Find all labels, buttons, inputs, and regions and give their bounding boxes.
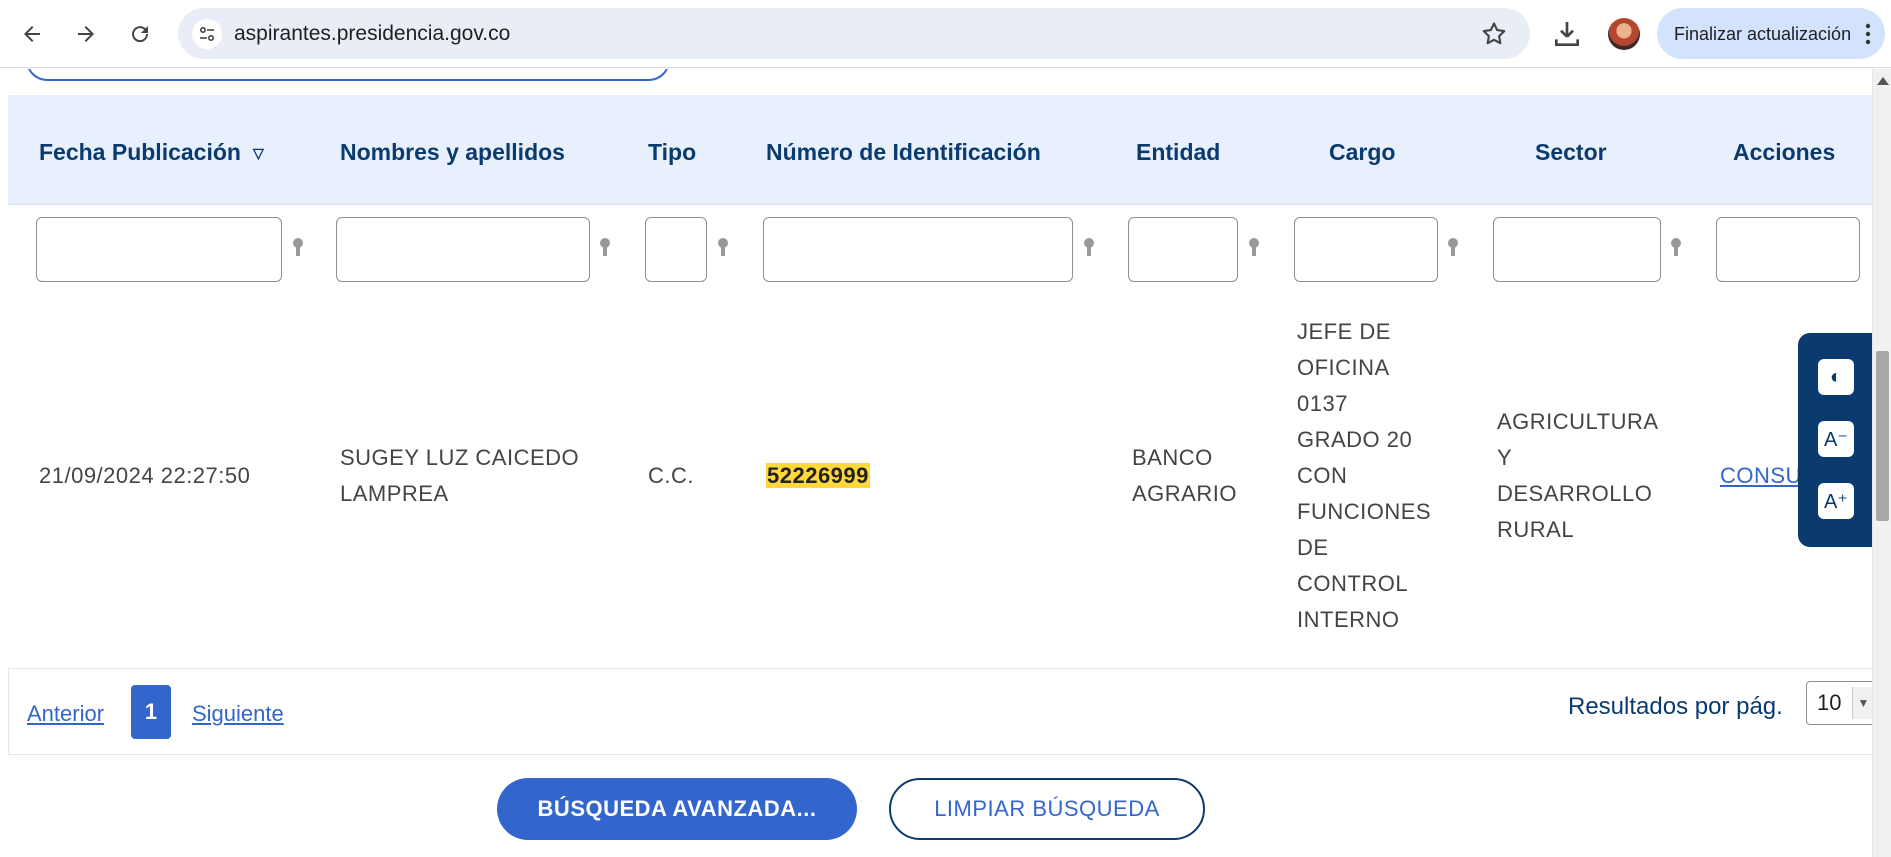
cell-tipo: C.C. [648, 463, 694, 488]
filter-icon[interactable] [596, 236, 614, 260]
sort-desc-icon[interactable]: ▽ [253, 145, 264, 162]
page-content: Fecha Publicación ▽ Nombres y apellidos T… [0, 69, 1872, 857]
col-tipo[interactable]: Tipo [648, 139, 696, 166]
col-cargo[interactable]: Cargo [1329, 139, 1395, 166]
results-per-page-label: Resultados por pág. [1568, 693, 1783, 720]
bookmark-star-icon[interactable] [1480, 20, 1508, 48]
cell-fecha: 21/09/2024 22:27:50 [39, 463, 251, 488]
download-icon[interactable] [1551, 18, 1583, 50]
text-decrease-icon[interactable]: A⁻ [1818, 421, 1854, 457]
col-acciones[interactable]: Acciones [1733, 139, 1835, 166]
profile-avatar[interactable] [1608, 18, 1640, 50]
page-number-current[interactable]: 1 [131, 685, 171, 739]
reload-button[interactable] [120, 14, 160, 54]
address-bar[interactable]: aspirantes.presidencia.gov.co [178, 8, 1530, 59]
filter-cargo-input[interactable] [1294, 217, 1438, 282]
page-scrollbar[interactable] [1872, 69, 1891, 857]
col-entidad[interactable]: Entidad [1136, 139, 1220, 166]
reload-icon [132, 26, 149, 43]
browser-toolbar: aspirantes.presidencia.gov.co Finalizar … [0, 0, 1891, 68]
forward-button[interactable] [66, 14, 106, 54]
filter-numero-input[interactable] [763, 217, 1073, 282]
filter-icon[interactable] [1667, 236, 1685, 260]
accessibility-toolbar: ◐ A⁻ A⁺ [1798, 333, 1874, 547]
search-field-edge[interactable] [26, 69, 670, 81]
col-fecha[interactable]: Fecha Publicación ▽ [39, 139, 264, 166]
filter-entidad-input[interactable] [1128, 217, 1238, 282]
filter-sector-input[interactable] [1493, 217, 1661, 282]
scroll-up-icon[interactable] [1877, 77, 1889, 85]
cell-entidad: BANCO AGRARIO [1132, 445, 1237, 506]
text-increase-icon[interactable]: A⁺ [1818, 483, 1854, 519]
next-page-link[interactable]: Siguiente [192, 701, 284, 727]
cell-nombres: SUGEY LUZ CAICEDO LAMPREA [340, 445, 580, 506]
cell-numero: 52226999 [766, 458, 870, 494]
col-nombres[interactable]: Nombres y apellidos [340, 139, 565, 166]
cell-sector: AGRICULTURA Y DESARROLLO RURAL [1497, 409, 1659, 542]
arrow-left-icon [24, 26, 40, 42]
filter-acciones-input[interactable] [1716, 217, 1860, 282]
col-sector[interactable]: Sector [1535, 139, 1607, 166]
scroll-thumb[interactable] [1876, 351, 1889, 521]
chevron-down-icon[interactable]: ▼ [1852, 687, 1872, 719]
highlighted-id: 52226999 [766, 463, 870, 488]
cell-cargo: JEFE DE OFICINA 0137 GRADO 20 CON FUNCIO… [1297, 319, 1432, 632]
arrow-right-icon [78, 26, 94, 42]
filter-icon[interactable] [1080, 236, 1098, 260]
prev-page-link[interactable]: Anterior [27, 701, 104, 727]
table-header: Fecha Publicación ▽ Nombres y apellidos T… [8, 95, 1872, 205]
advanced-search-button[interactable]: BÚSQUEDA AVANZADA... [497, 778, 857, 840]
clear-search-button[interactable]: LIMPIAR BÚSQUEDA [889, 778, 1205, 840]
filter-icon[interactable] [1245, 236, 1263, 260]
filter-fecha-input[interactable] [36, 217, 282, 282]
col-numero[interactable]: Número de Identificación [766, 139, 1041, 166]
back-button[interactable] [12, 14, 52, 54]
site-settings-icon[interactable] [192, 19, 222, 49]
url-text[interactable]: aspirantes.presidencia.gov.co [234, 22, 510, 46]
update-browser-button[interactable]: Finalizar actualización [1657, 8, 1885, 59]
contrast-icon[interactable]: ◐ [1818, 359, 1854, 395]
filter-nombres-input[interactable] [336, 217, 590, 282]
filter-tipo-input[interactable] [645, 217, 707, 282]
filter-icon[interactable] [289, 236, 307, 260]
filter-icon[interactable] [714, 236, 732, 260]
consultar-link[interactable]: CONSU [1720, 458, 1802, 494]
update-label: Finalizar actualización [1674, 24, 1852, 44]
filter-icon[interactable] [1444, 236, 1462, 260]
more-vert-icon[interactable] [1865, 22, 1871, 46]
